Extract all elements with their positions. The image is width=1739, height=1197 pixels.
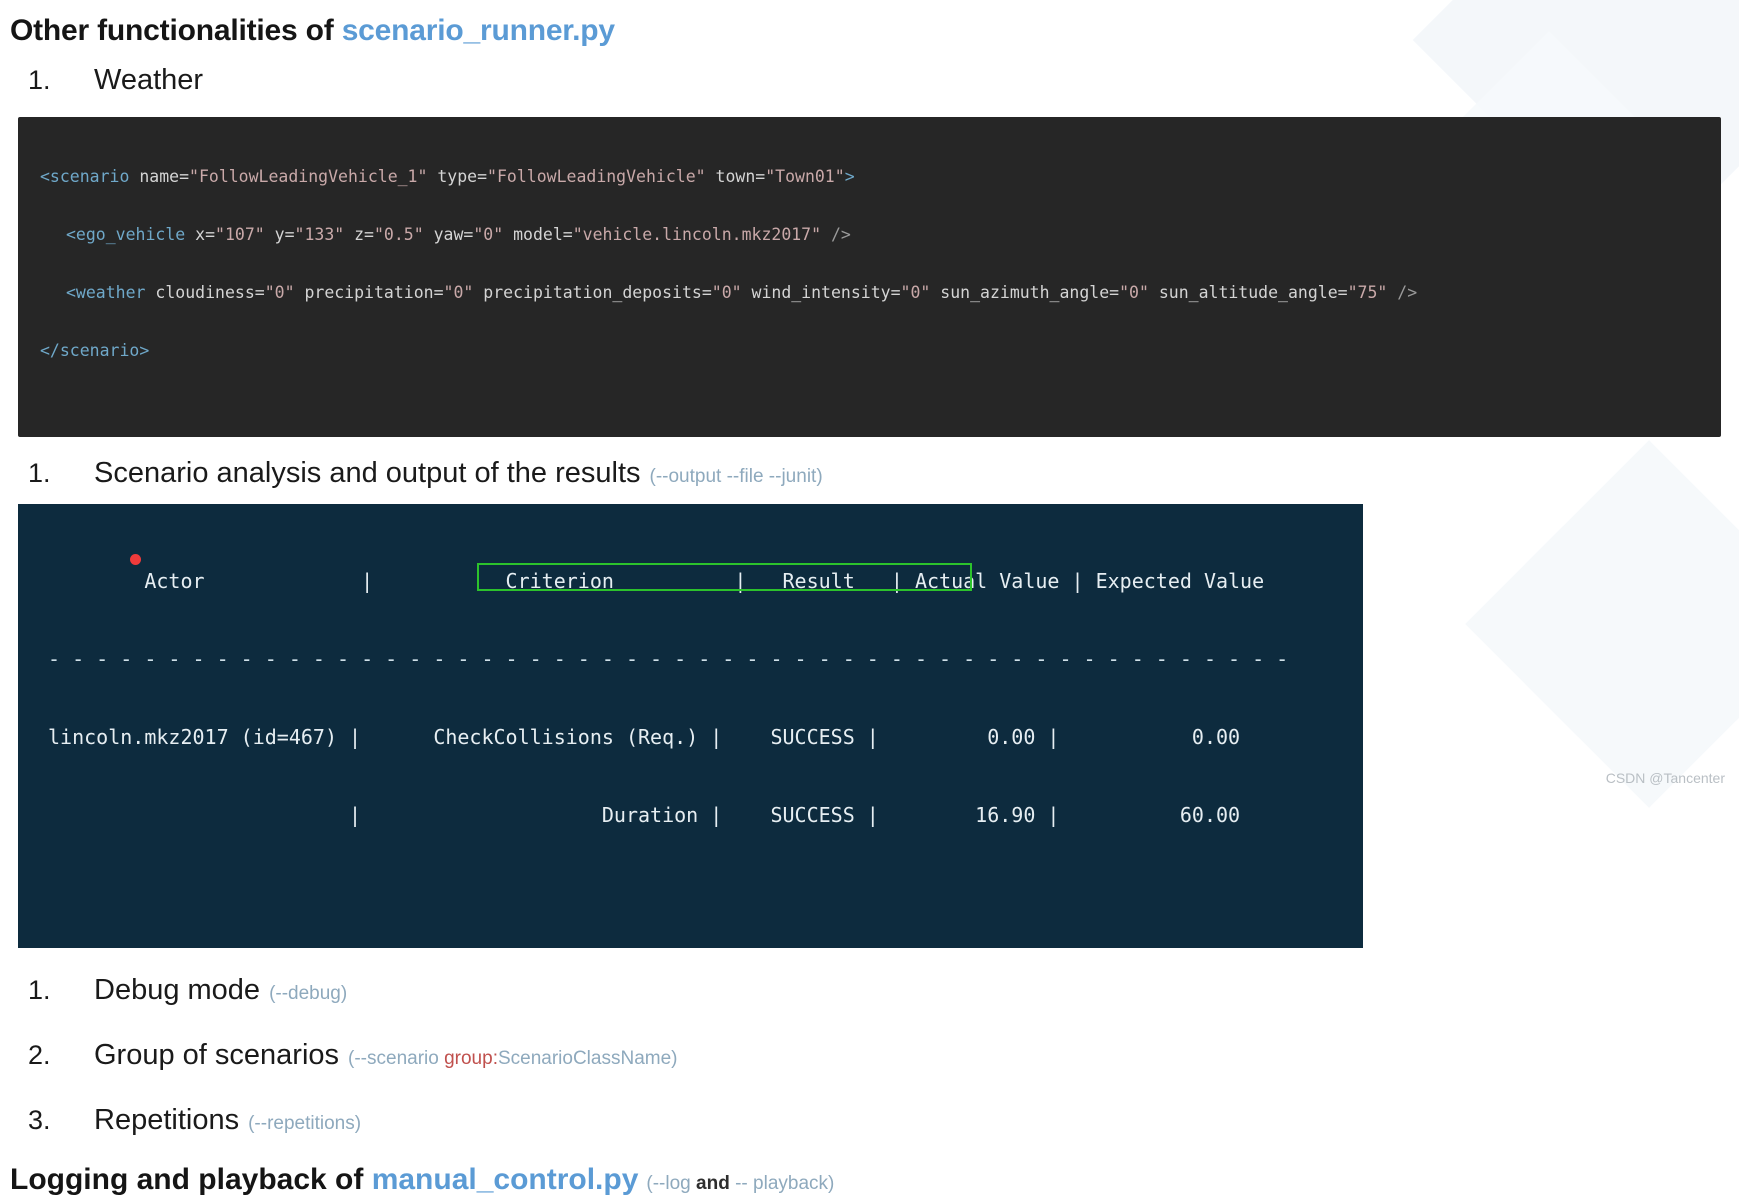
code-value-wind-intensity: "0" [900, 283, 931, 302]
list-item-number: 1. [28, 975, 51, 1005]
list-item-number: 1. [28, 65, 51, 95]
list-item-number: 3. [28, 1105, 51, 1135]
list-item-label: Group of scenarios [94, 1039, 340, 1071]
red-marker-dot [130, 554, 141, 565]
code-attr-cloudiness: cloudiness= [145, 283, 265, 302]
list-item-number: 2. [28, 1040, 51, 1070]
code-line-ego-vehicle: <ego_vehicle x="107" y="133" z="0.5" yaw… [18, 220, 1721, 249]
code-value-sun-altitude-angle: "75" [1347, 283, 1388, 302]
list-item-label: Scenario analysis and output of the resu… [94, 457, 641, 489]
list-item-debug-mode: 1. Debug mode (--debug) [0, 974, 1739, 1007]
code-value-precipitation: "0" [443, 283, 474, 302]
code-tag-weather: <weather [66, 283, 146, 302]
code-attr-name: name= [129, 167, 190, 186]
code-value-town: "Town01" [765, 167, 845, 186]
code-tag-ego-vehicle: <ego_vehicle [66, 225, 186, 244]
code-attr-precipitation-deposits: precipitation_deposits= [473, 283, 712, 302]
footer-flag: (--log and -- playback) [646, 1173, 834, 1194]
flag-suffix: ScenarioClassName) [497, 1048, 678, 1069]
list-item-number: 1. [28, 458, 51, 488]
terminal-output-table: Actor | Criterion | Result | Actual Valu… [18, 504, 1363, 948]
code-attr-type: type= [427, 167, 488, 186]
footer-title-prefix: Logging and playback of [10, 1163, 372, 1196]
code-attr-sun-azimuth-angle: sun_azimuth_angle= [930, 283, 1120, 302]
code-value-precipitation-deposits: "0" [711, 283, 742, 302]
flag-prefix: (--scenario [348, 1048, 445, 1069]
code-line-scenario: <scenario name="FollowLeadingVehicle_1" … [18, 162, 1721, 191]
table-divider: - - - - - - - - - - - - - - - - - - - - … [48, 647, 1289, 671]
list-item-flag: (--output --file --junit) [649, 466, 823, 487]
table-header-row: Actor | Criterion | Result | Actual Valu… [48, 569, 1265, 593]
code-attr-model: model= [503, 225, 573, 244]
footer-flag-and: and [696, 1173, 730, 1194]
code-attr-x: x= [185, 225, 216, 244]
code-attr-sun-altitude-angle: sun_altitude_angle= [1148, 283, 1348, 302]
list-item-flag: (--repetitions) [248, 1113, 362, 1134]
code-attr-y: y= [264, 225, 295, 244]
code-selfclose-ego: /> [821, 225, 851, 244]
list-item-group-of-scenarios: 2. Group of scenarios (--scenario group:… [0, 1039, 1739, 1072]
code-tag-close-bracket: > [844, 167, 855, 186]
table-row: lincoln.mkz2017 (id=467) | CheckCollisio… [48, 725, 1241, 749]
code-value-name: "FollowLeadingVehicle_1" [189, 167, 428, 186]
page-title-accent: scenario_runner.py [341, 14, 615, 47]
code-value-y: "133" [294, 225, 345, 244]
code-attr-yaw: yaw= [423, 225, 474, 244]
code-value-z: "0.5" [374, 225, 424, 244]
flag-highlight: group: [444, 1048, 498, 1069]
list-item-flag: (--scenario group:ScenarioClassName) [348, 1048, 677, 1070]
code-attr-wind-intensity: wind_intensity= [741, 283, 901, 302]
footer-title: Logging and playback of manual_control.p… [0, 1137, 1739, 1197]
watermark: CSDN @Tancenter [1605, 770, 1725, 786]
code-attr-town: town= [705, 167, 766, 186]
footer-title-accent: manual_control.py [371, 1163, 639, 1196]
xml-code-block: <scenario name="FollowLeadingVehicle_1" … [18, 117, 1721, 437]
table-row: | Duration | SUCCESS | 16.90 | 60.00 [48, 803, 1241, 827]
list-item-label: Repetitions [94, 1104, 240, 1136]
footer-flag-prefix: (--log [646, 1173, 697, 1194]
code-value-x: "107" [215, 225, 265, 244]
list-item-repetitions: 3. Repetitions (--repetitions) [0, 1104, 1739, 1137]
list-item-weather: 1. Weather [0, 64, 1739, 97]
code-tag-scenario: <scenario [40, 167, 130, 186]
footer-flag-suffix: -- playback) [729, 1173, 835, 1194]
list-item-flag: (--debug) [269, 983, 348, 1004]
code-line-scenario-close: </scenario> [18, 336, 1721, 365]
list-item-scenario-analysis: 1. Scenario analysis and output of the r… [0, 457, 1739, 490]
code-attr-precipitation: precipitation= [294, 283, 444, 302]
code-line-weather: <weather cloudiness="0" precipitation="0… [18, 278, 1721, 307]
code-value-model: "vehicle.lincoln.mkz2017" [572, 225, 822, 244]
slide-page: Other functionalities of scenario_runner… [0, 0, 1739, 1197]
code-value-sun-azimuth-angle: "0" [1119, 283, 1149, 302]
list-item-label: Debug mode [94, 974, 261, 1006]
code-value-cloudiness: "0" [264, 283, 295, 302]
code-tag-scenario-close: </scenario> [40, 341, 150, 360]
list-item-label: Weather [94, 64, 204, 96]
page-title: Other functionalities of scenario_runner… [0, 0, 1739, 48]
code-value-yaw: "0" [473, 225, 504, 244]
code-value-type: "FollowLeadingVehicle" [487, 167, 706, 186]
code-attr-z: z= [344, 225, 374, 244]
code-selfclose-weather: /> [1387, 283, 1418, 302]
page-title-prefix: Other functionalities of [10, 14, 342, 47]
